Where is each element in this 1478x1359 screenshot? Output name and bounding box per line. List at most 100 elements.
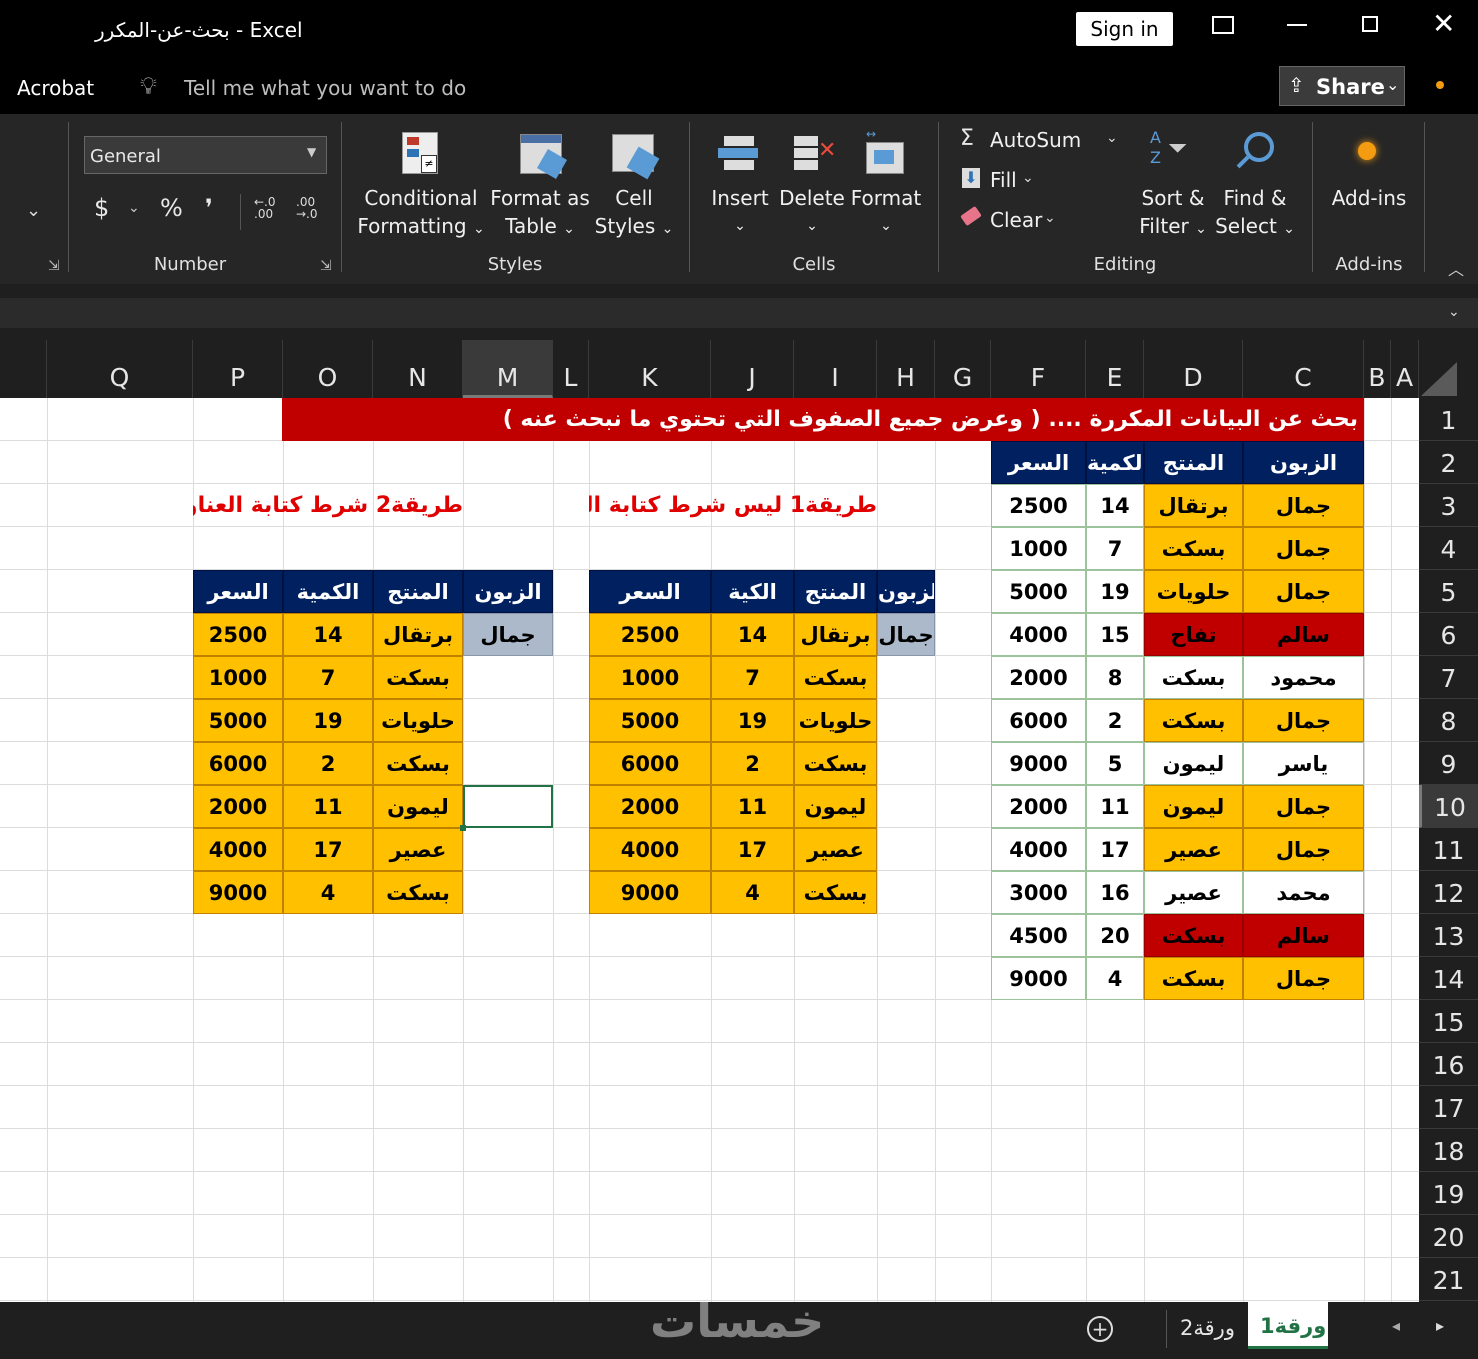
percent-button[interactable]: % xyxy=(160,194,183,222)
row-header-1[interactable]: 1 xyxy=(1419,398,1478,441)
insert-button[interactable]: Insert ⌄ xyxy=(704,128,776,240)
method2-title: طريقة2 شرط كتابة العناوين xyxy=(193,493,463,518)
gridline-horizontal xyxy=(0,1214,1419,1215)
row-header-8[interactable]: 8 xyxy=(1419,699,1478,742)
comma-button[interactable]: ❜ xyxy=(205,194,213,222)
row-header-20[interactable]: 20 xyxy=(1419,1215,1478,1258)
row-header-2[interactable]: 2 xyxy=(1419,441,1478,484)
restore-icon[interactable] xyxy=(1362,16,1378,32)
window-title: بحث-عن-المكرر - Excel xyxy=(95,18,303,42)
clear-button[interactable]: Clear ⌄ xyxy=(958,205,1068,236)
row-header-10[interactable]: 10 xyxy=(1419,785,1478,828)
row-header-11[interactable]: 11 xyxy=(1419,828,1478,871)
column-header-q[interactable]: Q xyxy=(47,340,193,398)
scroll-tabs-right-icon[interactable]: ▸ xyxy=(1436,1316,1444,1335)
column-header-c[interactable]: C xyxy=(1243,340,1364,398)
conditional-formatting-button[interactable]: ≠ Conditional Formatting ⌄ xyxy=(356,128,486,240)
row-header-12[interactable]: 12 xyxy=(1419,871,1478,914)
active-cell-selection[interactable] xyxy=(463,785,553,828)
dialog-launcher-icon[interactable]: ⇲ xyxy=(320,258,332,274)
dialog-launcher-icon[interactable]: ⇲ xyxy=(48,258,60,274)
collapse-ribbon-icon[interactable]: ︿ xyxy=(1448,256,1464,280)
fill-down-icon: ⬇ xyxy=(962,168,980,188)
main-table-cell: 17 xyxy=(1086,828,1144,871)
main-table-cell: برتقال xyxy=(1144,484,1243,527)
column-header-n[interactable]: N xyxy=(373,340,463,398)
main-table-cell: 2000 xyxy=(991,785,1086,828)
row-header-3[interactable]: 3 xyxy=(1419,484,1478,527)
column-header-p[interactable]: P xyxy=(193,340,283,398)
row-header-15[interactable]: 15 xyxy=(1419,1000,1478,1043)
select-all-icon[interactable] xyxy=(1421,362,1457,396)
worksheet-grid[interactable]: بحث عن البيانات المكررة .... ( وعرض جميع… xyxy=(0,398,1419,1302)
result1-cell: 11 xyxy=(711,785,794,828)
sign-in-button[interactable]: Sign in xyxy=(1076,12,1173,46)
conditional-formatting-icon: ≠ xyxy=(402,132,438,174)
row-header-19[interactable]: 19 xyxy=(1419,1172,1478,1215)
main-table-cell: ياسر xyxy=(1243,742,1364,785)
column-header-h[interactable]: H xyxy=(877,340,935,398)
scroll-tabs-left-icon[interactable]: ◂ xyxy=(1392,1316,1400,1335)
gridline-vertical xyxy=(1364,398,1365,1302)
row-header-5[interactable]: 5 xyxy=(1419,570,1478,613)
fill-button[interactable]: ⬇ Fill ⌄ xyxy=(958,166,1058,196)
format-as-table-button[interactable]: Format as Table ⌄ xyxy=(490,128,590,240)
format-button[interactable]: ↔ Format ⌄ xyxy=(848,128,924,240)
row-header-21[interactable]: 21 xyxy=(1419,1258,1478,1301)
tab-sheet2[interactable]: ورقة2 xyxy=(1180,1316,1235,1340)
chevron-down-icon[interactable]: ⌄ xyxy=(128,200,140,216)
column-header-f[interactable]: F xyxy=(991,340,1086,398)
add-sheet-icon[interactable]: + xyxy=(1087,1316,1113,1342)
row-header-13[interactable]: 13 xyxy=(1419,914,1478,957)
row-header-14[interactable]: 14 xyxy=(1419,957,1478,1000)
row-header-17[interactable]: 17 xyxy=(1419,1086,1478,1129)
result2-cell: 7 xyxy=(283,656,373,699)
decrease-decimal-button[interactable]: .00 →.0 xyxy=(296,196,318,220)
main-table-cell: تفاح xyxy=(1144,613,1243,656)
format-icon: ↔ xyxy=(864,128,906,174)
column-header-d[interactable]: D xyxy=(1144,340,1243,398)
column-header-j[interactable]: J xyxy=(711,340,794,398)
formula-input[interactable] xyxy=(0,298,1478,328)
column-header-i[interactable]: I xyxy=(794,340,877,398)
addins-button[interactable]: Add-ins xyxy=(1326,128,1412,240)
row-header-7[interactable]: 7 xyxy=(1419,656,1478,699)
share-button[interactable]: ⇪ Share ⌄ xyxy=(1279,66,1405,106)
autosum-button[interactable]: Σ AutoSum ⌄ xyxy=(958,126,1128,156)
main-table-cell: سالم xyxy=(1243,613,1364,656)
column-header-l[interactable]: L xyxy=(553,340,589,398)
ribbon-display-options-icon[interactable] xyxy=(1212,16,1234,34)
chevron-down-icon[interactable]: ⌄ xyxy=(26,200,41,221)
minimize-icon[interactable] xyxy=(1287,24,1307,26)
row-header-4[interactable]: 4 xyxy=(1419,527,1478,570)
expand-formula-bar-icon[interactable]: ⌄ xyxy=(1448,304,1460,320)
tab-sheet1[interactable]: ورقة1 xyxy=(1248,1302,1328,1349)
tab-acrobat[interactable]: Acrobat xyxy=(17,76,94,100)
column-header-e[interactable]: E xyxy=(1086,340,1144,398)
number-format-dropdown[interactable]: General ▼ xyxy=(84,136,327,174)
find-select-button[interactable]: Find & Select ⌄ xyxy=(1212,128,1298,240)
tell-me-input[interactable]: Tell me what you want to do xyxy=(184,76,466,100)
result2-cell: برتقال xyxy=(373,613,463,656)
sort-filter-button[interactable]: A Z ⏷ Sort & Filter ⌄ xyxy=(1136,128,1210,240)
main-table-cell: 3000 xyxy=(991,871,1086,914)
row-header-6[interactable]: 6 xyxy=(1419,613,1478,656)
currency-button[interactable]: $ xyxy=(94,194,109,222)
column-header-o[interactable]: O xyxy=(283,340,373,398)
row-header-9[interactable]: 9 xyxy=(1419,742,1478,785)
cell-styles-button[interactable]: Cell Styles ⌄ xyxy=(592,128,676,240)
column-header-k[interactable]: K xyxy=(589,340,711,398)
increase-decimal-button[interactable]: ←.0 .00 xyxy=(254,196,276,220)
magnifier-icon xyxy=(1234,130,1274,174)
column-header-a[interactable]: A xyxy=(1391,340,1419,398)
result2-cell: 1000 xyxy=(193,656,283,699)
column-header-g[interactable]: G xyxy=(935,340,991,398)
row-header-16[interactable]: 16 xyxy=(1419,1043,1478,1086)
column-header-m[interactable]: M xyxy=(463,340,553,398)
delete-button[interactable]: ✕ Delete ⌄ xyxy=(776,128,848,240)
close-icon[interactable]: ✕ xyxy=(1432,8,1455,40)
column-header-b[interactable]: B xyxy=(1364,340,1391,398)
fill-handle[interactable] xyxy=(460,825,466,831)
tab-sheet1-label: ورقة1 xyxy=(1260,1314,1327,1338)
row-header-18[interactable]: 18 xyxy=(1419,1129,1478,1172)
